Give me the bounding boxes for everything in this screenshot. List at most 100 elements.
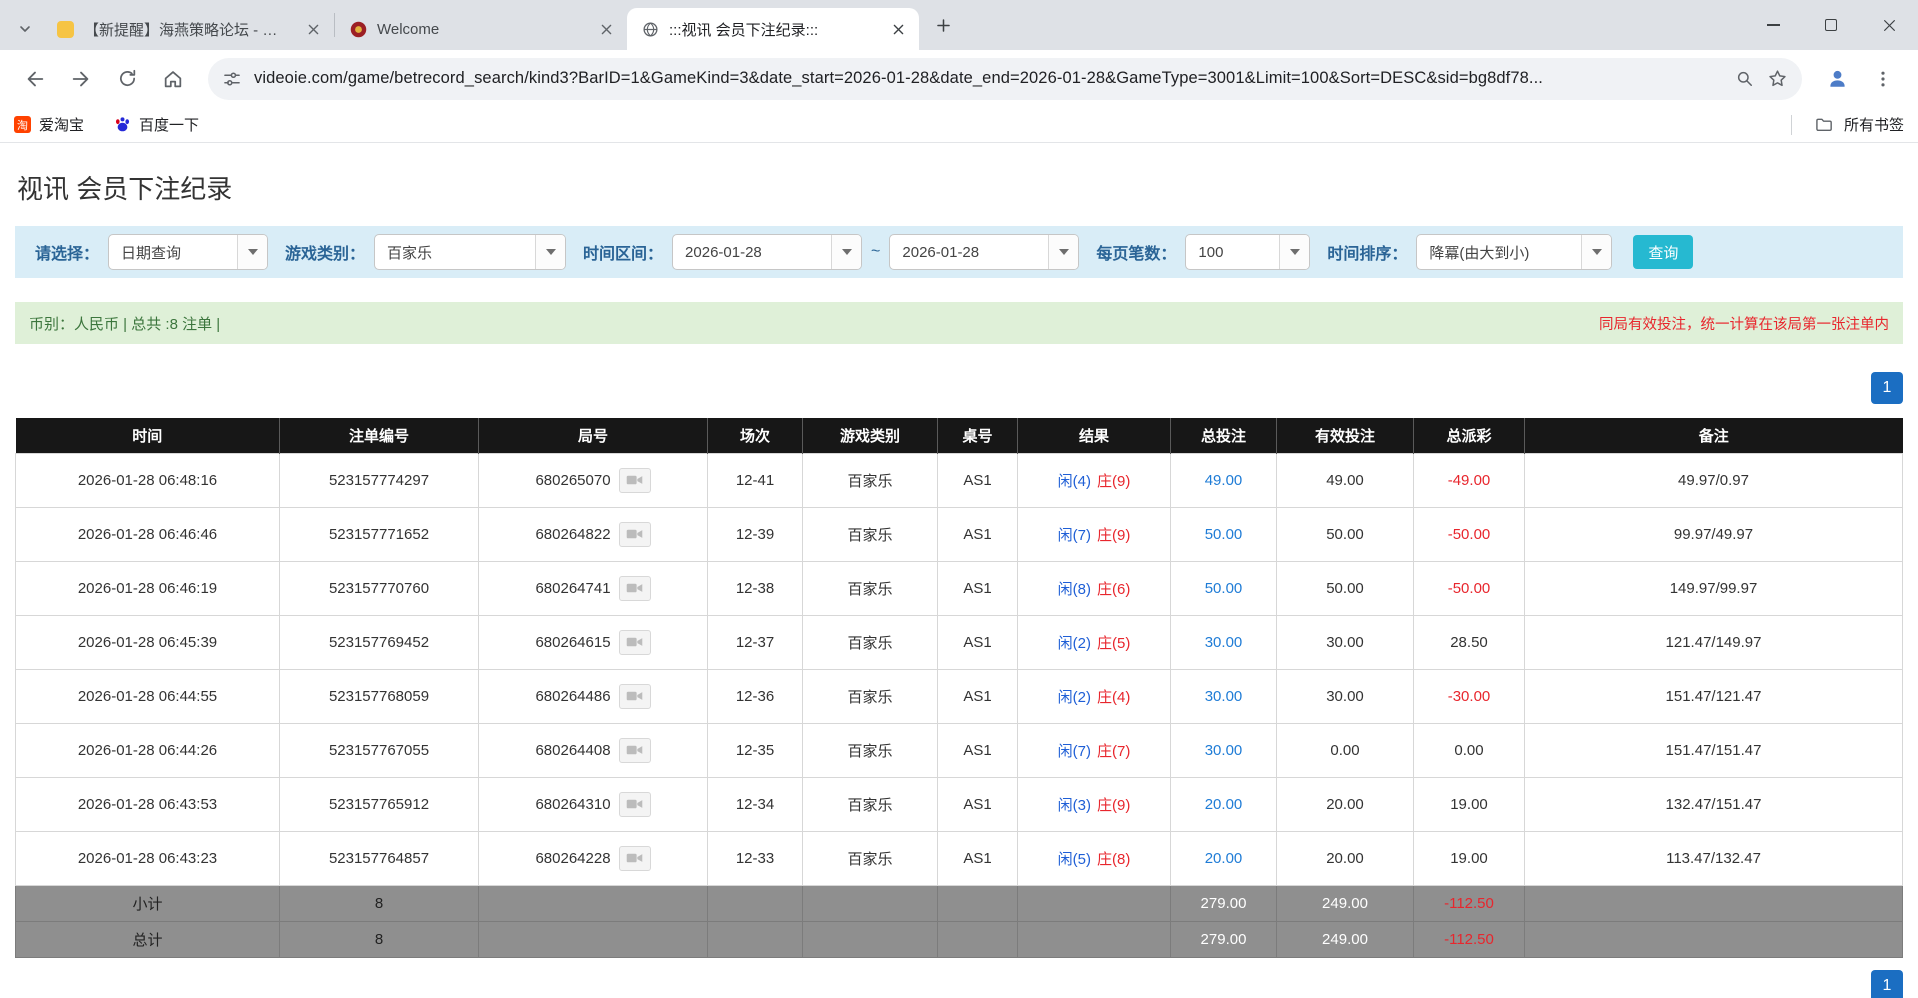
round-id: 680264741 — [535, 579, 611, 597]
tune-icon[interactable] — [222, 69, 242, 89]
game-type-cell: 百家乐 — [802, 614, 938, 670]
video-camera-icon — [626, 529, 643, 539]
video-replay-button[interactable] — [618, 575, 651, 601]
total-bet-cell[interactable]: 49.00 — [1170, 452, 1277, 508]
result-player: 闲(8) — [1057, 580, 1091, 598]
table-row: 2026-01-28 06:43:53 523157765912 6802643… — [15, 776, 1903, 832]
page-1-button[interactable]: 1 — [1871, 969, 1903, 998]
close-window-button[interactable] — [1860, 0, 1918, 50]
session-cell: 12-38 — [707, 560, 803, 616]
column-header-10: 总派彩 — [1413, 418, 1525, 453]
time-cell: 2026-01-28 06:43:53 — [15, 776, 280, 832]
column-header-1: 时间 — [15, 418, 280, 453]
remark-cell: 132.47/151.47 — [1524, 776, 1903, 832]
game-type-select[interactable]: 百家乐 — [374, 234, 567, 270]
result-cell: 闲(5) 庄(8) — [1017, 830, 1171, 886]
browser-tab-forum[interactable]: 【新提醒】海燕策略论坛 - 综合... — [42, 8, 334, 50]
total-count: 8 — [279, 920, 479, 958]
video-replay-button[interactable] — [618, 521, 651, 547]
round-id: 680264310 — [535, 795, 611, 813]
tab-close-icon[interactable] — [595, 18, 617, 40]
round-id: 680264822 — [535, 525, 611, 543]
date-end-select[interactable]: 2026-01-28 — [889, 234, 1080, 270]
back-button[interactable] — [14, 58, 56, 100]
payout-cell: 19.00 — [1413, 776, 1525, 832]
chevron-down-icon[interactable] — [237, 235, 268, 269]
browser-tab-betrecord-active[interactable]: :::视讯 会员下注纪录::: — [627, 8, 919, 50]
video-replay-button[interactable] — [618, 845, 651, 871]
all-bookmarks[interactable]: 所有书签 — [1790, 114, 1904, 135]
bookmark-aitaobao[interactable]: 淘 爱淘宝 — [14, 114, 84, 135]
tab-separator — [334, 13, 335, 37]
browser-tab-welcome[interactable]: Welcome — [335, 8, 627, 50]
tab-search-button[interactable] — [8, 8, 42, 50]
sort-order-select[interactable]: 降冪(由大到小) — [1416, 234, 1613, 270]
payout-cell: -49.00 — [1413, 452, 1525, 508]
menu-button[interactable] — [1862, 58, 1904, 100]
result-player: 闲(4) — [1057, 472, 1091, 490]
video-camera-icon — [626, 583, 643, 593]
spacer-cell — [1017, 884, 1171, 922]
chevron-down-icon[interactable] — [1048, 235, 1079, 269]
video-replay-button[interactable] — [618, 683, 651, 709]
new-tab-button[interactable] — [925, 7, 961, 43]
total-bet-cell[interactable]: 30.00 — [1170, 722, 1277, 778]
time-cell: 2026-01-28 06:44:26 — [15, 722, 280, 778]
remark-cell: 113.47/132.47 — [1524, 830, 1903, 886]
tab-close-icon[interactable] — [302, 18, 324, 40]
column-header-4: 场次 — [707, 418, 803, 453]
payout-cell: 0.00 — [1413, 722, 1525, 778]
video-replay-button[interactable] — [618, 791, 651, 817]
maximize-button[interactable] — [1802, 0, 1860, 50]
star-icon[interactable] — [1767, 68, 1788, 89]
video-camera-icon — [626, 853, 643, 863]
url-bar[interactable]: videoie.com/game/betrecord_search/kind3?… — [208, 57, 1802, 100]
video-replay-button[interactable] — [618, 737, 651, 763]
total-bet-cell[interactable]: 30.00 — [1170, 614, 1277, 670]
total-valid-bet: 249.00 — [1276, 920, 1414, 958]
chevron-down-icon[interactable] — [1279, 235, 1310, 269]
search-button[interactable]: 查询 — [1633, 235, 1694, 269]
game-type-cell: 百家乐 — [802, 668, 938, 724]
query-type-select[interactable]: 日期查询 — [108, 234, 269, 270]
table-no-cell: AS1 — [937, 560, 1018, 616]
bet-id-cell: 523157771652 — [279, 506, 479, 562]
profile-button[interactable] — [1816, 58, 1858, 100]
bet-id-cell: 523157764857 — [279, 830, 479, 886]
game-type-cell: 百家乐 — [802, 776, 938, 832]
browser-window: 【新提醒】海燕策略论坛 - 综合... Welcome :::视讯 会员下注纪录… — [0, 0, 1918, 143]
table-no-cell: AS1 — [937, 452, 1018, 508]
total-bet-cell[interactable]: 50.00 — [1170, 560, 1277, 616]
bookmark-baidu[interactable]: 百度一下 — [114, 114, 199, 135]
forward-button[interactable] — [60, 58, 102, 100]
subtotal-row: 小计 8 279.00 249.00 -112.50 — [15, 884, 1903, 922]
date-start-select[interactable]: 2026-01-28 — [672, 234, 863, 270]
total-bet-cell[interactable]: 30.00 — [1170, 668, 1277, 724]
page-1-button[interactable]: 1 — [1871, 372, 1903, 404]
chevron-down-icon[interactable] — [831, 235, 862, 269]
video-replay-button[interactable] — [618, 467, 651, 493]
home-icon — [164, 70, 182, 87]
magnifier-icon[interactable] — [1735, 69, 1755, 89]
spacer-cell — [707, 920, 803, 958]
game-type-value: 百家乐 — [387, 244, 433, 262]
table-no-cell: AS1 — [937, 830, 1018, 886]
tab-close-icon[interactable] — [887, 18, 909, 40]
table-no-cell: AS1 — [937, 776, 1018, 832]
video-replay-button[interactable] — [618, 629, 651, 655]
page-size-select[interactable]: 100 — [1185, 234, 1311, 270]
payout-cell: 28.50 — [1413, 614, 1525, 670]
home-button[interactable] — [152, 58, 194, 100]
reload-button[interactable] — [106, 58, 148, 100]
total-label: 总计 — [15, 920, 280, 958]
tab-title: 【新提醒】海燕策略论坛 - 综合... — [84, 21, 292, 39]
round-id: 680265070 — [535, 471, 611, 489]
total-bet-cell[interactable]: 20.00 — [1170, 776, 1277, 832]
total-bet-cell[interactable]: 20.00 — [1170, 830, 1277, 886]
subtotal-total-bet: 279.00 — [1170, 884, 1277, 922]
total-bet-cell[interactable]: 50.00 — [1170, 506, 1277, 562]
chevron-down-icon[interactable] — [535, 235, 566, 269]
minimize-button[interactable] — [1744, 0, 1802, 50]
game-type-cell: 百家乐 — [802, 452, 938, 508]
chevron-down-icon[interactable] — [1581, 235, 1612, 269]
